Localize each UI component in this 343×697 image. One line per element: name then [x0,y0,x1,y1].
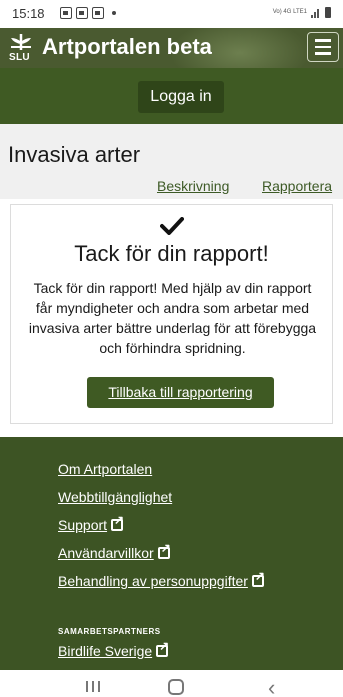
dot-icon [112,11,116,15]
status-bar: 15:18 Vo) 4G LTE1 [0,0,343,28]
section-header: Invasiva arter Beskrivning Rapportera [0,124,343,199]
confirmation-line: invasiva arter bättre underlag för att f… [28,320,317,336]
footer-link-support[interactable]: Support [58,513,124,533]
external-link-icon [111,513,124,531]
message-icon [76,7,88,19]
confirmation-card: Tack för din rapport! Tack för din rappo… [10,204,333,424]
confirmation-line: får myndigheter och andra som arbetar me… [35,300,310,316]
hamburger-icon [315,39,331,42]
logo-text: SLU [9,52,30,63]
footer-link-om-artportalen[interactable]: Om Artportalen [58,461,152,477]
footer-link-personuppgifter[interactable]: Behandling av personuppgifter [58,569,265,589]
footer-link-label: Birdlife Sverige [58,643,153,659]
slu-logo[interactable]: SLU [8,32,36,64]
recent-apps-icon[interactable] [86,681,100,692]
back-icon[interactable]: ‹ [268,675,275,697]
external-link-icon [251,569,265,587]
confirmation-title: Tack för din rapport! [74,241,269,266]
login-bar: Logga in [0,68,343,124]
app-header: SLU Artportalen beta [0,28,343,68]
footer-link-label: Användarvillkor [58,545,154,561]
footer-link-anvandarvillkor[interactable]: Användarvillkor [58,541,171,561]
status-notification-icons [60,7,116,19]
footer-link-label: Webbtillgänglighet [58,489,173,505]
site-footer: Om Artportalen Webbtillgänglighet Suppor… [0,437,343,670]
app-title[interactable]: Artportalen beta [42,34,212,60]
status-system-icons: Vo) 4G LTE1 [273,7,331,18]
footer-link-birdlife[interactable]: Birdlife Sverige [58,639,169,659]
system-nav-bar: ‹ [0,670,343,697]
footer-link-webbtillganglighet[interactable]: Webbtillgänglighet [58,489,172,505]
tab-beskrivning[interactable]: Beskrivning [157,178,229,194]
network-label: Vo) 4G LTE1 [272,9,307,15]
confirmation-line: Tack för din rapport! Med hjälp av din r… [33,280,312,296]
square-icon [92,7,104,19]
footer-link-label: Om Artportalen [58,461,153,477]
image-icon [60,7,72,19]
login-button[interactable]: Logga in [138,81,224,113]
external-link-icon [156,639,169,657]
battery-icon [325,7,331,18]
menu-button[interactable] [307,32,339,62]
back-to-reporting-button[interactable]: Tillbaka till rapportering [87,377,274,408]
checkmark-icon [160,217,184,235]
partners-heading: Samarbetspartners [58,627,161,636]
tab-rapportera[interactable]: Rapportera [262,178,332,194]
page-title: Invasiva arter [8,142,141,167]
confirmation-line: och förhindra spridning. [99,340,246,356]
plant-icon [11,34,31,50]
status-time: 15:18 [12,6,45,21]
footer-link-label: Behandling av personuppgifter [58,573,248,589]
home-icon[interactable] [168,679,184,695]
confirmation-message: Tack för din rapport! Med hjälp av din r… [19,278,326,358]
footer-link-label: Support [58,517,108,533]
signal-icon [311,7,319,18]
external-link-icon [157,541,171,559]
